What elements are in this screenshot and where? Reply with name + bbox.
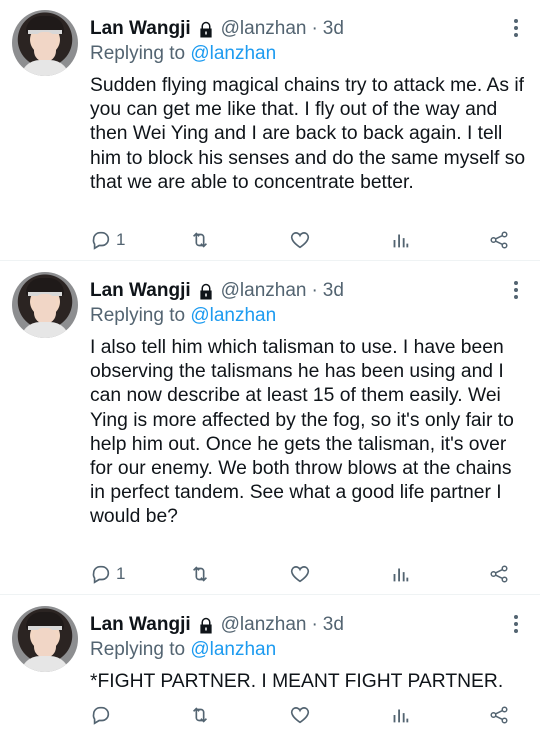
tweet[interactable]: Lan Wangji @lanzhan · 3d Replying to @la… <box>0 604 540 732</box>
separator-dot: · <box>311 614 318 635</box>
lock-icon <box>200 21 212 38</box>
tweet[interactable]: Lan Wangji @lanzhan · 3d Replying to @la… <box>0 270 540 590</box>
reply-icon <box>92 565 110 584</box>
views-button[interactable] <box>389 562 411 586</box>
reply-count: 1 <box>116 564 126 583</box>
views-button[interactable] <box>389 703 411 727</box>
more-vertical-icon[interactable] <box>512 280 520 300</box>
lock-icon <box>200 283 212 300</box>
share-icon <box>490 706 508 724</box>
tweet-header: Lan Wangji @lanzhan · 3d <box>90 278 344 304</box>
separator-dot: · <box>311 280 318 301</box>
reply-icon <box>92 231 110 250</box>
analytics-icon <box>393 234 409 248</box>
tweet[interactable]: Lan Wangji @lanzhan · 3d Replying to @la… <box>0 8 540 258</box>
tweet-text: Sudden flying magical chains try to atta… <box>90 75 526 193</box>
replying-to: Replying to @lanzhan <box>90 43 276 65</box>
reply-button[interactable]: 1 <box>90 228 125 252</box>
like-button[interactable] <box>289 562 311 586</box>
tweet-text: I also tell him which talisman to use. I… <box>90 337 514 528</box>
separator-dot: · <box>311 18 318 39</box>
share-button[interactable] <box>488 228 510 252</box>
replying-to: Replying to @lanzhan <box>90 639 276 661</box>
analytics-icon <box>393 568 409 582</box>
tweet-actions <box>90 703 530 727</box>
timestamp[interactable]: 3d <box>323 280 344 302</box>
reply-count: 1 <box>116 230 126 249</box>
retweet-button[interactable] <box>189 228 211 252</box>
author-name[interactable]: Lan Wangji <box>90 18 191 40</box>
share-button[interactable] <box>488 562 510 586</box>
author-handle[interactable]: @lanzhan <box>221 614 307 636</box>
more-vertical-icon[interactable] <box>512 18 520 38</box>
share-icon <box>490 565 508 583</box>
replying-to-label: Replying to <box>90 305 186 326</box>
retweet-icon <box>192 232 208 248</box>
timestamp[interactable]: 3d <box>323 614 344 636</box>
like-button[interactable] <box>289 228 311 252</box>
divider <box>0 260 540 261</box>
heart-icon <box>290 566 310 583</box>
retweet-icon <box>192 566 208 582</box>
replying-to-label: Replying to <box>90 43 186 64</box>
retweet-button[interactable] <box>189 562 211 586</box>
replying-to-label: Replying to <box>90 639 186 660</box>
reply-mention-link[interactable]: @lanzhan <box>190 639 276 660</box>
views-button[interactable] <box>389 228 411 252</box>
retweet-icon <box>192 707 208 723</box>
tweet-header: Lan Wangji @lanzhan · 3d <box>90 612 344 638</box>
reply-button[interactable] <box>90 703 116 727</box>
author-handle[interactable]: @lanzhan <box>221 280 307 302</box>
share-button[interactable] <box>488 703 510 727</box>
avatar[interactable] <box>12 10 78 76</box>
tweet-text: *FIGHT PARTNER. I MEANT FIGHT PARTNER. <box>90 671 504 692</box>
like-button[interactable] <box>289 703 311 727</box>
heart-icon <box>290 232 310 249</box>
author-name[interactable]: Lan Wangji <box>90 280 191 302</box>
tweet-actions: 1 <box>90 228 530 252</box>
tweet-header: Lan Wangji @lanzhan · 3d <box>90 16 344 42</box>
more-vertical-icon[interactable] <box>512 614 520 634</box>
avatar[interactable] <box>12 272 78 338</box>
share-icon <box>490 231 508 249</box>
lock-icon <box>200 617 212 634</box>
analytics-icon <box>393 709 409 723</box>
retweet-button[interactable] <box>189 703 211 727</box>
author-handle[interactable]: @lanzhan <box>221 18 307 40</box>
divider <box>0 594 540 595</box>
author-name[interactable]: Lan Wangji <box>90 614 191 636</box>
heart-icon <box>290 707 310 724</box>
replying-to: Replying to @lanzhan <box>90 305 276 327</box>
reply-mention-link[interactable]: @lanzhan <box>190 43 276 64</box>
timestamp[interactable]: 3d <box>323 18 344 40</box>
reply-mention-link[interactable]: @lanzhan <box>190 305 276 326</box>
reply-button[interactable]: 1 <box>90 562 125 586</box>
avatar[interactable] <box>12 606 78 672</box>
tweet-actions: 1 <box>90 562 530 586</box>
reply-icon <box>92 706 110 725</box>
